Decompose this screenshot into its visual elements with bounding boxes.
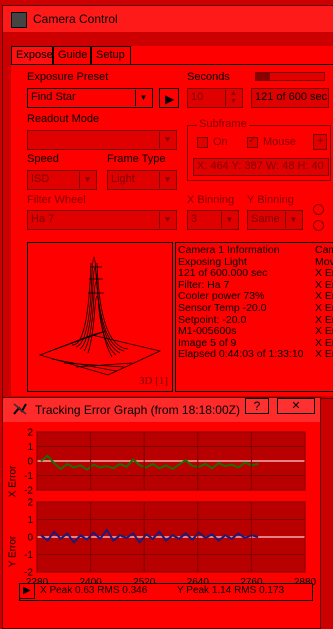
play-icon: ▶ [165,92,175,106]
y-tick-label: -1 [24,471,33,482]
camera-info-list-2: CamMovX ErX ErX ErX ErX ErX ErX ErX Er [315,244,333,361]
chevron-down-icon: ▼ [285,212,301,228]
readout-mode-select[interactable]: ▼ [27,130,177,150]
readout-mode-label: Readout Mode [27,113,100,125]
frame-type-label: Frame Type [107,153,166,165]
star-profile-mesh [38,256,162,376]
plus-icon: + [317,135,324,147]
y-binning-label: Y Binning [247,194,294,206]
x-binning-label: X Binning [187,194,235,206]
frame-type-select[interactable]: Light ▼ [107,170,177,190]
tab-guide[interactable]: Guide [53,46,91,64]
filter-wheel-select[interactable]: Ha 7 ▼ [27,210,177,230]
camera-info-list: Camera 1 Information Exposing Light 121 of… [178,244,304,361]
tracking-titlebar[interactable]: Tracking Error Graph (from 18:18:00Z) ? … [3,398,320,422]
footer-x-stats: X Peak 0.63 RMS 0.346 [40,585,148,596]
exposure-preset-select[interactable]: Find Star ▼ [27,88,153,108]
camera-window-title: Camera Control [33,12,118,26]
tracking-footer: ▶ X Peak 0.63 RMS 0.346 Y Peak 1.14 RMS … [19,583,313,601]
y-tick-label: -2 [24,486,33,497]
camera-content: Expose Guide Setup Exposure Preset Find … [11,46,333,396]
y-tick-label: 0 [27,457,33,468]
filter-wheel-value: Ha 7 [31,213,55,225]
subframe-mouse-label: Mouse [263,136,297,148]
speed-select[interactable]: ISD ▼ [27,170,97,190]
graph-window-icon [13,402,27,416]
y-tick-label: 2 [27,498,33,509]
seconds-value: 10 [191,91,204,103]
progress-text: 121 of 600 sec [255,91,328,103]
subframe-coords: X: 464 Y: 387 W: 48 H: 40 [197,160,324,172]
exposure-progress-fill [256,73,270,80]
seconds-input[interactable]: 10 ▲ ▼ [187,88,243,108]
progress-text-box: 121 of 600 sec [251,88,329,108]
camera-titlebar[interactable]: Camera Control [3,6,333,32]
subframe-mouse-checkbox[interactable]: ✓ [247,135,258,148]
profile-label[interactable]: 3D [1] [139,375,168,387]
camera-info-line: Camera 1 Information [178,244,280,256]
tab-setup[interactable]: Setup [91,46,131,64]
radio-button-icon[interactable] [313,220,324,231]
camera-window-icon [11,12,27,28]
camera-info-line-2: X Er [315,301,333,314]
tab-panel-border [11,64,333,65]
camera-info-line: Sensor Temp -20.0 [178,301,267,314]
help-button[interactable]: ? [245,398,269,414]
subframe-stepper[interactable]: + [313,134,327,150]
start-exposure-button[interactable]: ▶ [159,88,179,108]
x-binning-value: 3 [191,213,198,225]
camera-info-line-2: Cam [315,244,333,256]
exposure-preset-label: Exposure Preset [27,71,109,83]
filter-wheel-label: Filter Wheel [27,194,86,206]
seconds-label: Seconds [187,71,230,83]
camera-info-panel: Camera 1 Information Exposing Light 121 of… [175,242,315,392]
camera-info-line-2: X Er [315,325,333,338]
chevron-down-icon: ▼ [79,172,95,188]
chevron-down-icon: ▼ [135,90,151,106]
x-binning-select[interactable]: 3 ▼ [187,210,239,230]
tab-expose[interactable]: Expose [11,46,53,64]
camera-info-panel-2: CamMovX ErX ErX ErX ErX ErX ErX ErX Er [313,242,333,392]
close-button[interactable]: ✕ [277,398,315,414]
chevron-down-icon: ▼ [159,132,175,148]
exposure-progress-bar [255,72,325,81]
y-binning-select[interactable]: Same ▼ [247,210,303,230]
tracking-window-title: Tracking Error Graph (from 18:18:00Z) [35,403,240,417]
camera-info-line: Elapsed 0:44:03 of 1:33:10 [178,348,304,361]
subframe-label: Subframe [197,118,249,130]
y-tick-label: 1 [27,515,33,526]
camera-info-line-2: X Er [315,348,333,361]
y-binning-value: Same [251,213,280,225]
checkmark-icon: ✓ [248,135,257,146]
radio-button-icon[interactable] [313,204,324,215]
stepper-icon[interactable]: ▲ ▼ [225,90,241,106]
camera-control-window: Camera Control Expose Guide Setup Exposu… [2,5,333,399]
star-profile-3d-view: 3D [1] [27,242,173,392]
y-tick-label: 2 [27,428,33,439]
subframe-on-label: On [213,136,228,148]
camera-info-line: M1-005600s [178,325,237,338]
subframe-on-checkbox[interactable] [197,137,208,148]
speed-value: ISD [31,173,50,185]
y-tick-label: 0 [27,533,33,544]
y-tick-label: -1 [24,550,33,561]
chevron-down-icon: ▼ [221,212,237,228]
footer-y-stats: Y Peak 1.14 RMS 0.173 [177,585,285,596]
chevron-down-icon: ▼ [159,212,175,228]
footer-play-button[interactable]: ▶ [19,583,35,599]
exposure-preset-value: Find Star [31,91,76,103]
chevron-down-icon: ▼ [159,172,175,188]
tracking-error-window: Tracking Error Graph (from 18:18:00Z) ? … [2,397,321,629]
speed-label: Speed [27,153,59,165]
y-tick-label: 1 [27,442,33,453]
subframe-coords-box: X: 464 Y: 387 W: 48 H: 40 [193,158,329,176]
frame-type-value: Light [111,173,135,185]
